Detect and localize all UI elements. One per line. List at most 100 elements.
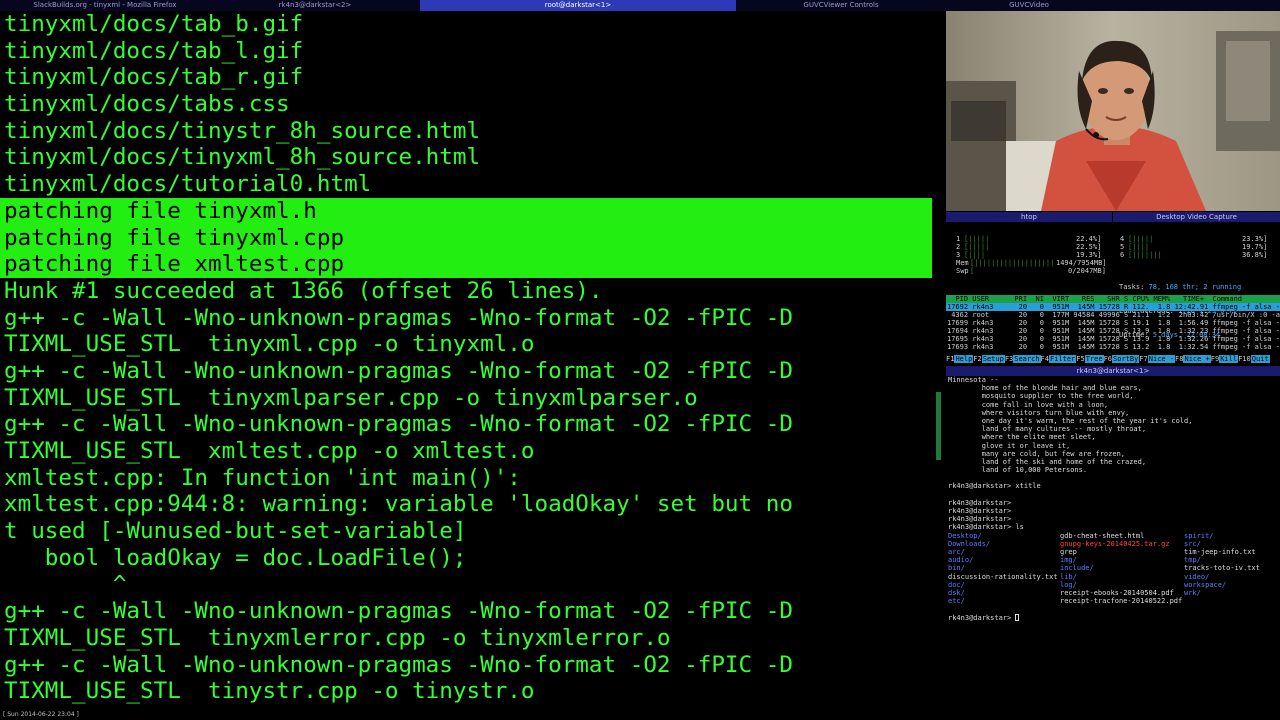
tab-firefox[interactable]: SlackBuilds.org - tinyxml - Mozilla Fire…	[0, 0, 210, 11]
fkey-help[interactable]: Help	[954, 355, 974, 363]
ls-entry: video/	[1184, 572, 1210, 581]
ls-entry: tracks-toto-iv.txt	[1184, 564, 1260, 573]
ls-entry: spirit/	[1184, 531, 1214, 540]
small-terminal-title[interactable]: rk4n3@darkstar<1>	[946, 366, 1280, 376]
process-row[interactable]: 4362 root 20 0 177M 94584 49996 S 21.1 1…	[946, 311, 1280, 319]
terminal-line-highlighted: patching file tinyxml.cpp	[0, 224, 932, 252]
process-row[interactable]: 17693 rk4n3 20 0 951M 145M 15728 S 13.2 …	[946, 343, 1280, 351]
fkey-sortby[interactable]: SortBy	[1112, 355, 1140, 363]
fkey-number: F8	[1175, 355, 1184, 363]
terminal-line: bool loadOkay = doc.LoadFile();	[4, 544, 467, 571]
ls-entry: etc/	[948, 597, 965, 606]
cpu-percent: 19.7%]	[1242, 243, 1268, 251]
terminal-line: rk4n3@darkstar>	[948, 507, 1012, 515]
ls-entry: src/	[1184, 539, 1201, 548]
webcam-video	[946, 11, 1280, 211]
htop-function-keys: F1 Help F2 Setup F3 Search F4 Filter F5 Tree …	[946, 355, 1280, 363]
ls-entry: gdb-cheat-sheet.html	[1060, 531, 1145, 540]
fkey-quit[interactable]: Quit	[1250, 355, 1270, 363]
terminal-line: rk4n3@darkstar> xtitle	[948, 482, 1041, 491]
terminal-line: Minnesota --	[948, 376, 999, 384]
tab-guvcvideo[interactable]: GUVCVideo	[946, 0, 1112, 11]
capture-pane-title[interactable]: Desktop Video Capture	[1113, 212, 1280, 222]
terminal-prompt[interactable]: rk4n3@darkstar>	[948, 614, 1280, 622]
cpu-bar: [|||||||	[1128, 251, 1162, 259]
cpu-label: 6	[1120, 251, 1125, 259]
cpu-label: 4	[1120, 235, 1125, 243]
terminal-line: tinyxml/docs/tinystr_8h_source.html	[4, 117, 481, 144]
fkey-number: F9	[1210, 355, 1220, 363]
cpu-percent: 22.5%]	[1076, 243, 1102, 251]
cpu-percent: 22.4%]	[1076, 235, 1102, 243]
process-row-selected[interactable]: 17692 rk4n3 20 0 951M 145M 15728 R 112. …	[946, 303, 1280, 311]
terminal-line: home of the blonde hair and blue ears,	[948, 384, 1142, 393]
fkey-tree[interactable]: Tree	[1084, 355, 1104, 363]
ls-entry: log/	[1060, 580, 1077, 589]
terminal-line: one day it's warm, the rest of the year …	[948, 416, 1193, 425]
terminal-line: land of many cultures -- mostly throat,	[948, 425, 1147, 434]
ls-entry: gnupg-keys-20140425.tar.gz	[1060, 539, 1170, 548]
process-table: PID USER PRI NI VIRT RES SHR S CPU% MEM%…	[946, 295, 1280, 351]
cpu-bar: [||||	[1128, 243, 1150, 251]
terminal-scrollbar[interactable]	[936, 392, 941, 460]
ls-entry: dsk/	[948, 588, 965, 597]
status-bar: [ Sun 2014-06-22 23:04 ]	[0, 710, 1280, 720]
prompt-text: rk4n3@darkstar>	[948, 613, 1016, 622]
tab-terminal-1-active[interactable]: root@darkstar<1>	[420, 0, 736, 11]
main-terminal[interactable]: tinyxml/docs/tab_b.gif tinyxml/docs/tab_…	[0, 11, 936, 709]
terminal-line: g++ -c -Wall -Wno-unknown-pragmas -Wno-f…	[4, 304, 793, 331]
cpu-label: 1	[956, 235, 961, 243]
terminal-line: where the elite meet sleet,	[948, 433, 1096, 442]
ls-output: Desktop/Downloads/arc/audio/bin/discussi…	[948, 532, 1280, 614]
process-table-header[interactable]: PID USER PRI NI VIRT RES SHR S CPU% MEM%…	[946, 295, 1280, 303]
cpu-percent: 36.8%]	[1242, 251, 1268, 259]
cpu-label: 2	[956, 243, 961, 251]
fkey-filter[interactable]: Filter	[1048, 355, 1077, 363]
terminal-line: tinyxml/docs/tab_l.gif	[4, 37, 304, 64]
terminal-line: ^	[4, 571, 127, 598]
terminal-line: come fall in love with a loon,	[948, 400, 1109, 409]
terminal-line-highlighted: patching file xmltest.cpp	[0, 251, 932, 278]
terminal-line: mosquito supplier to the free world,	[948, 392, 1134, 401]
swap-bar: [	[970, 267, 975, 275]
fkey-nice-plus[interactable]: Nice +	[1183, 355, 1211, 363]
secondary-terminal[interactable]: Minnesota -- home of the blonde hair and…	[946, 376, 1280, 676]
tab-terminal-2[interactable]: rk4n3@darkstar<2>	[210, 0, 420, 11]
fkey-number: F7	[1139, 355, 1148, 363]
ls-entry: include/	[1060, 564, 1094, 573]
cpu-label: 3	[956, 251, 961, 259]
swap-label: Swp	[956, 267, 969, 275]
window-title-bar: SlackBuilds.org - tinyxml - Mozilla Fire…	[0, 0, 1280, 11]
fkey-number: F3	[1004, 355, 1014, 363]
fkey-setup[interactable]: Setup	[981, 355, 1005, 363]
ls-entry: discussion-rationality.txt	[948, 572, 1058, 581]
cpu-label: 5	[1120, 243, 1125, 251]
ls-entry: lib/	[1060, 572, 1077, 581]
fkey-nice-minus[interactable]: Nice -	[1147, 355, 1176, 363]
terminal-line: land of the ski and home of the crazed,	[948, 457, 1147, 466]
fkey-search[interactable]: Search	[1013, 355, 1041, 363]
fkey-kill[interactable]: Kill	[1219, 355, 1239, 363]
htop-pane-title[interactable]: htop	[946, 212, 1112, 222]
fkey-number: F2	[973, 355, 982, 363]
terminal-line: TIXML_USE_STL xmltest.cpp -o xmltest.o	[4, 438, 535, 464]
tab-guvcview-controls[interactable]: GUVCViewer Controls	[736, 0, 946, 11]
process-row[interactable]: 17699 rk4n3 20 0 951M 145M 15728 S 19.1 …	[946, 319, 1280, 327]
terminal-line: xmltest.cpp: In function 'int main()':	[4, 464, 521, 491]
cpu-bar: [|||||	[1128, 235, 1154, 243]
ls-entry: workspace/	[1184, 580, 1227, 589]
fkey-number: F1	[946, 355, 955, 363]
cpu-bar: [||||	[964, 251, 986, 259]
ls-entry: bin/	[948, 564, 965, 573]
terminal-line: g++ -c -Wall -Wno-unknown-pragmas -Wno-f…	[4, 411, 793, 438]
terminal-line: TIXML_USE_STL tinyxml.cpp -o tinyxml.o	[4, 331, 535, 358]
process-row[interactable]: 17694 rk4n3 20 0 951M 145M 15728 S 13.9 …	[946, 327, 1280, 335]
tasks-label: Tasks:	[1119, 283, 1145, 291]
process-row[interactable]: 17695 rk4n3 20 0 951M 145M 15728 S 13.9 …	[946, 335, 1280, 343]
terminal-line: g++ -c -Wall -Wno-unknown-pragmas -Wno-f…	[4, 598, 793, 625]
terminal-line-highlighted: patching file tinyxml.h	[0, 197, 932, 225]
htop-panel[interactable]: 1 [||||| 22.4%] 4 [||||| 23.3%] 2 [|||||…	[946, 223, 1280, 365]
cpu-bar: [|||||	[964, 243, 990, 251]
mem-bar: [|||||||||||||||||||	[970, 259, 1055, 267]
terminal-line: rk4n3@darkstar>	[948, 498, 1012, 507]
